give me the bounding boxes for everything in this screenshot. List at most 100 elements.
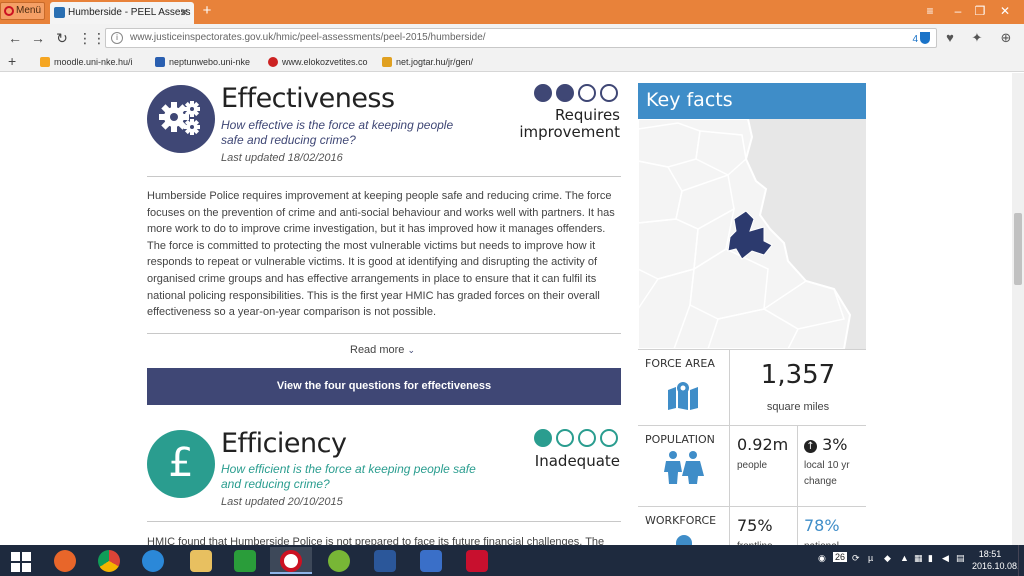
bookmark-moodle[interactable]: moodle.uni-nke.hu/i — [40, 55, 140, 69]
taskbar-acrobat[interactable] — [456, 547, 498, 574]
population-change-label: local 10 yr change — [804, 460, 850, 487]
population-change-cell: ↑ 3% local 10 yr change — [798, 426, 866, 507]
bookmark-label: www.elokozvetites.co — [282, 57, 368, 67]
workforce-label: WORKFORCE — [645, 514, 717, 527]
word-icon — [374, 550, 396, 572]
back-icon[interactable]: ← — [6, 29, 24, 47]
taskbar-firefox[interactable] — [44, 547, 86, 574]
tray-dropbox-icon[interactable]: ◆ — [884, 553, 891, 564]
tray-badge[interactable]: 26 — [833, 552, 848, 562]
read-more-link[interactable]: Read more ⌄ — [350, 344, 415, 356]
tray-network-icon[interactable]: ▦ — [914, 553, 923, 564]
workforce-national-cell: 78% national — [798, 507, 866, 545]
heart-icon[interactable]: ♥ — [941, 29, 959, 47]
new-tab-button[interactable]: + — [198, 2, 216, 22]
efficiency-rating-dots — [534, 429, 622, 449]
menu-label: Menü — [16, 5, 42, 16]
add-bookmark-icon[interactable]: + — [8, 53, 16, 69]
page-content: Effectiveness How effective is the force… — [0, 73, 1012, 545]
site-info-icon[interactable]: i — [111, 32, 123, 44]
close-window-icon[interactable]: ✕ — [995, 2, 1015, 20]
tray-sync-icon[interactable]: ⟳ — [852, 553, 860, 564]
extension-icon[interactable]: ✦ — [968, 29, 986, 47]
url-field[interactable]: i www.justiceinspectorates.gov.uk/hmic/p… — [105, 28, 937, 48]
forward-icon[interactable]: → — [29, 29, 47, 47]
tray-language-icon[interactable]: ▤ — [956, 553, 965, 564]
grade-line-1: Requires — [554, 106, 620, 124]
population-unit: people — [737, 460, 768, 471]
tab-menu-icon[interactable]: ≡ — [920, 2, 940, 20]
population-change: ↑ 3% — [804, 435, 847, 454]
tray-skype-icon[interactable]: ◉ — [818, 553, 826, 564]
rating-dot-filled — [534, 84, 552, 102]
download-icon[interactable]: ⊕ — [997, 29, 1015, 47]
effectiveness-summary: Humberside Police requires improvement a… — [147, 190, 615, 319]
population-value-cell: 0.92m people — [730, 426, 798, 507]
start-button[interactable] — [0, 547, 46, 574]
tray-utorrent-icon[interactable]: µ — [868, 553, 873, 563]
rating-dot-filled — [556, 84, 574, 102]
bookmark-neptun[interactable]: neptunwebo.uni-nke — [155, 55, 255, 69]
efficiency-grade: Inadequate — [534, 452, 620, 470]
key-facts-title: Key facts — [638, 83, 866, 119]
map-pin-icon — [668, 382, 698, 410]
effectiveness-updated: Last updated 18/02/2016 — [221, 152, 343, 164]
reload-icon[interactable]: ↻ — [53, 29, 71, 47]
rating-dot-empty — [578, 429, 596, 447]
tab-humberside[interactable]: Humberside - PEEL Assess ✕ — [50, 2, 194, 24]
effectiveness-questions-button[interactable]: View the four questions for effectivenes… — [147, 368, 621, 405]
bookmark-elokozvetites[interactable]: www.elokozvetites.co — [268, 55, 368, 69]
divider — [147, 521, 621, 522]
speed-dial-icon[interactable]: ⋮⋮ — [78, 29, 106, 47]
chrome-icon — [98, 550, 120, 572]
taskbar-word[interactable] — [364, 547, 406, 574]
moodle-icon — [40, 57, 50, 67]
tray-volume-icon[interactable]: ◀ — [942, 553, 949, 564]
population-value: 0.92m — [737, 435, 789, 454]
taskbar-utorrent[interactable] — [318, 547, 360, 574]
scrollbar-thumb[interactable] — [1014, 213, 1022, 285]
bookmark-jogtar[interactable]: net.jogtar.hu/jr/gen/ — [382, 55, 482, 69]
police-officer-icon — [676, 535, 692, 545]
page-scrollbar[interactable] — [1012, 73, 1024, 545]
taskbar-save-app[interactable] — [410, 547, 452, 574]
efficiency-question: How efficient is the force at keeping pe… — [221, 462, 476, 491]
ad-block-badge[interactable]: 4 — [912, 31, 930, 49]
divider — [147, 333, 621, 334]
close-tab-icon[interactable]: ✕ — [180, 2, 189, 24]
show-desktop-button[interactable] — [1018, 545, 1024, 576]
effectiveness-title: Effectiveness — [221, 83, 395, 114]
gears-icon — [147, 85, 215, 153]
population-label: POPULATION — [645, 433, 715, 446]
workforce-national-value: 78% — [804, 516, 840, 535]
maximize-icon[interactable]: ❐ — [970, 2, 990, 20]
bookmark-label: neptunwebo.uni-nke — [169, 57, 251, 67]
force-area-value-cell: 1,357 square miles — [730, 350, 866, 426]
rating-dot-empty — [600, 429, 618, 447]
effectiveness-grade: Requires improvement — [500, 107, 620, 141]
pound-icon: £ — [147, 430, 215, 498]
rating-dot-empty — [578, 84, 596, 102]
rating-dot-filled — [534, 429, 552, 447]
jogtar-icon — [382, 57, 392, 67]
taskbar-file-explorer[interactable] — [180, 547, 222, 574]
tray-signal-icon[interactable]: ▮ — [928, 553, 933, 564]
force-area-unit: square miles — [766, 401, 830, 413]
neptun-icon — [155, 57, 165, 67]
taskbar-store[interactable] — [224, 547, 266, 574]
internet-explorer-icon — [142, 550, 164, 572]
system-clock[interactable]: 18:51 2016.10.08. — [972, 548, 1020, 572]
taskbar-chrome[interactable] — [88, 547, 130, 574]
efficiency-updated: Last updated 20/10/2015 — [221, 496, 343, 508]
workforce-cell: WORKFORCE — [638, 507, 730, 545]
floppy-disk-icon — [420, 550, 442, 572]
taskbar-internet-explorer[interactable] — [132, 547, 174, 574]
shield-icon — [920, 32, 930, 44]
minimize-icon[interactable]: – — [948, 2, 968, 20]
globe-icon — [268, 57, 278, 67]
tray-arrow-icon[interactable]: ▲ — [900, 553, 909, 563]
opera-menu-button[interactable]: Menü — [0, 2, 45, 20]
taskbar-opera[interactable] — [270, 547, 312, 574]
folder-icon — [190, 550, 212, 572]
grade-line-2: improvement — [519, 123, 620, 141]
